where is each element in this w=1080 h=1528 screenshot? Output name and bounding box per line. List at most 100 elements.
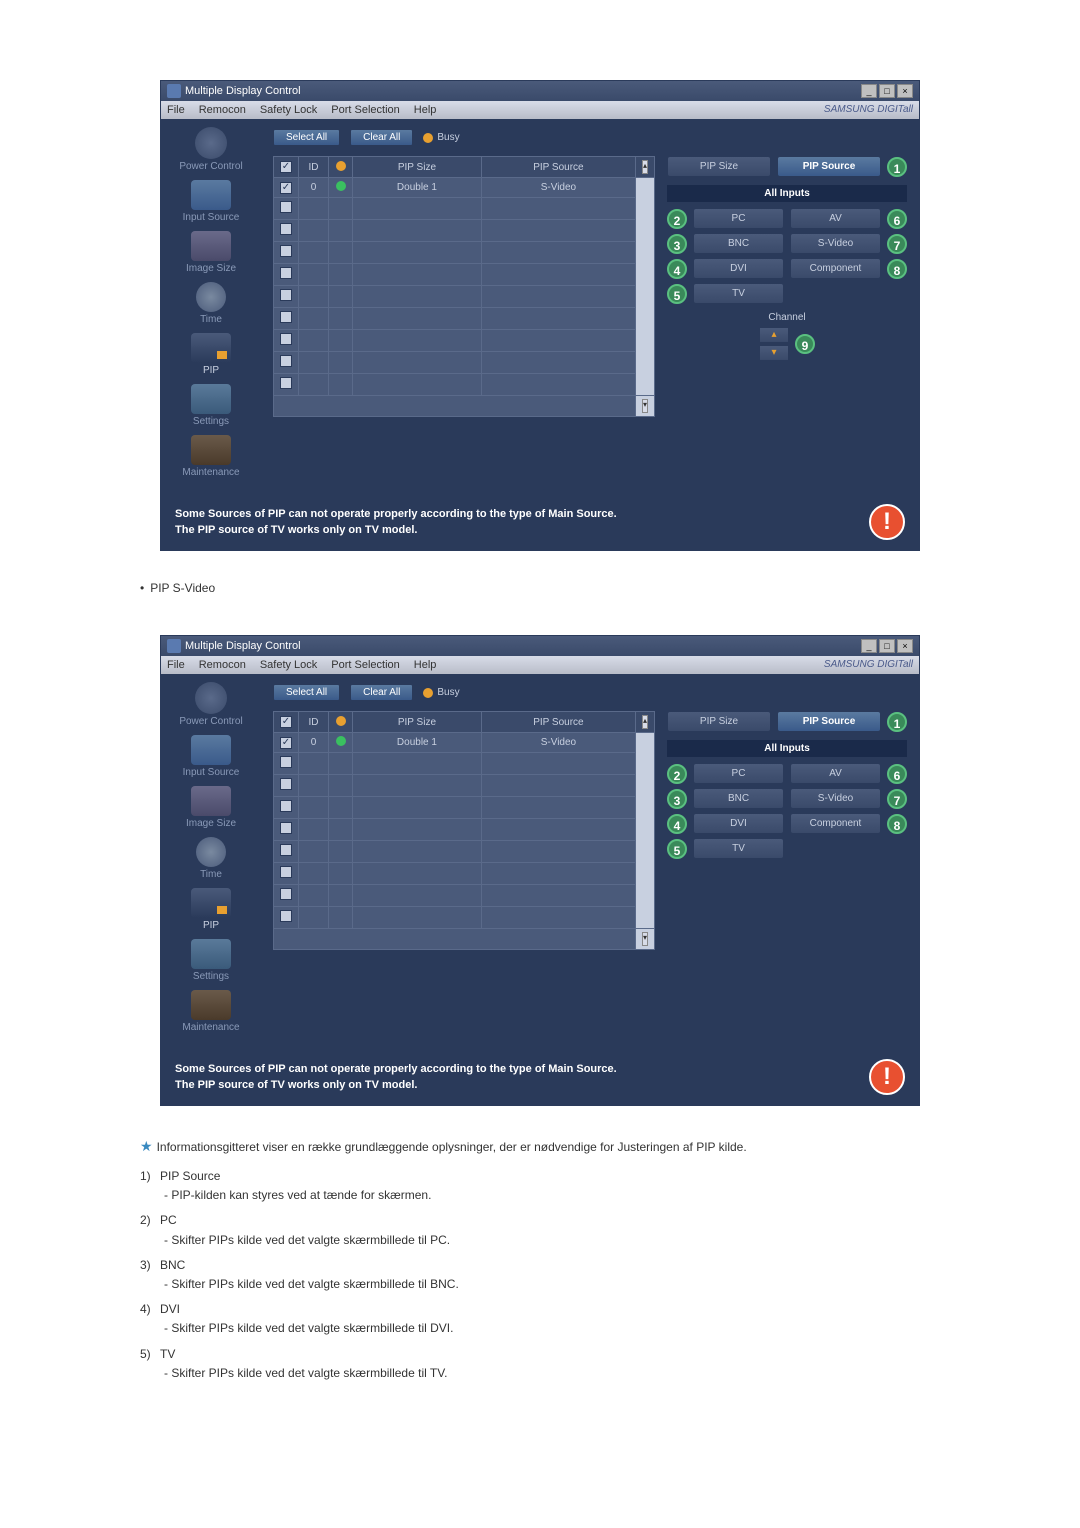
- input-pc-button[interactable]: PC: [693, 208, 784, 229]
- header-checkbox[interactable]: [280, 161, 292, 173]
- sidebar-item-image-size[interactable]: Image Size: [165, 231, 257, 274]
- input-component-button[interactable]: Component: [790, 258, 881, 279]
- table-row[interactable]: [274, 374, 655, 396]
- row-checkbox[interactable]: [280, 800, 292, 812]
- table-row[interactable]: 0 Double 1 S-Video: [274, 733, 655, 753]
- table-row[interactable]: [274, 308, 655, 330]
- row-checkbox[interactable]: [280, 333, 292, 345]
- row-checkbox[interactable]: [280, 844, 292, 856]
- select-all-button[interactable]: Select All: [273, 684, 340, 701]
- sidebar-item-power-control[interactable]: Power Control: [165, 682, 257, 727]
- sidebar-item-input-source[interactable]: Input Source: [165, 735, 257, 778]
- sidebar-item-power-control[interactable]: Power Control: [165, 127, 257, 172]
- close-button[interactable]: ×: [897, 639, 913, 653]
- clear-all-button[interactable]: Clear All: [350, 684, 413, 701]
- table-row[interactable]: [274, 198, 655, 220]
- sidebar-item-input-source[interactable]: Input Source: [165, 180, 257, 223]
- row-checkbox[interactable]: [280, 182, 292, 194]
- row-checkbox[interactable]: [280, 311, 292, 323]
- maximize-button[interactable]: □: [879, 639, 895, 653]
- input-dvi-button[interactable]: DVI: [693, 813, 784, 834]
- scroll-down-button[interactable]: ▾: [642, 932, 648, 946]
- scroll-up-button[interactable]: ▴: [642, 715, 648, 729]
- row-checkbox[interactable]: [280, 910, 292, 922]
- time-icon: [196, 282, 226, 312]
- row-checkbox[interactable]: [280, 245, 292, 257]
- table-row[interactable]: [274, 819, 655, 841]
- tab-pip-size[interactable]: PIP Size: [667, 711, 771, 732]
- row-checkbox[interactable]: [280, 223, 292, 235]
- menu-help[interactable]: Help: [414, 659, 437, 671]
- menu-remocon[interactable]: Remocon: [199, 104, 246, 116]
- input-tv-button[interactable]: TV: [693, 838, 784, 859]
- row-checkbox[interactable]: [280, 377, 292, 389]
- input-av-button[interactable]: AV: [790, 208, 881, 229]
- sidebar-item-pip[interactable]: PIP: [165, 888, 257, 931]
- channel-up-button[interactable]: ▴: [759, 327, 789, 343]
- table-row[interactable]: 0 Double 1 S-Video: [274, 178, 655, 198]
- table-row[interactable]: [274, 841, 655, 863]
- menu-safety-lock[interactable]: Safety Lock: [260, 104, 317, 116]
- header-checkbox[interactable]: [280, 716, 292, 728]
- input-dvi-button[interactable]: DVI: [693, 258, 784, 279]
- table-row[interactable]: [274, 907, 655, 929]
- minimize-button[interactable]: _: [861, 639, 877, 653]
- maximize-button[interactable]: □: [879, 84, 895, 98]
- input-svideo-button[interactable]: S-Video: [790, 788, 881, 809]
- table-row[interactable]: [274, 753, 655, 775]
- table-row[interactable]: [274, 330, 655, 352]
- scroll-up-button[interactable]: ▴: [642, 160, 648, 174]
- menu-safety-lock[interactable]: Safety Lock: [260, 659, 317, 671]
- input-av-button[interactable]: AV: [790, 763, 881, 784]
- menu-remocon[interactable]: Remocon: [199, 659, 246, 671]
- menu-file[interactable]: File: [167, 104, 185, 116]
- row-checkbox[interactable]: [280, 866, 292, 878]
- row-checkbox[interactable]: [280, 201, 292, 213]
- menu-help[interactable]: Help: [414, 104, 437, 116]
- input-component-button[interactable]: Component: [790, 813, 881, 834]
- clear-all-button[interactable]: Clear All: [350, 129, 413, 146]
- row-checkbox[interactable]: [280, 822, 292, 834]
- tab-pip-source[interactable]: PIP Source: [777, 156, 881, 177]
- menu-port-selection[interactable]: Port Selection: [331, 104, 399, 116]
- row-checkbox[interactable]: [280, 289, 292, 301]
- menu-port-selection[interactable]: Port Selection: [331, 659, 399, 671]
- scroll-down-button[interactable]: ▾: [642, 399, 648, 413]
- input-bnc-button[interactable]: BNC: [693, 788, 784, 809]
- sidebar-item-settings[interactable]: Settings: [165, 939, 257, 982]
- tab-pip-source[interactable]: PIP Source: [777, 711, 881, 732]
- table-row[interactable]: [274, 863, 655, 885]
- table-row[interactable]: [274, 220, 655, 242]
- select-all-button[interactable]: Select All: [273, 129, 340, 146]
- row-checkbox[interactable]: [280, 778, 292, 790]
- input-tv-button[interactable]: TV: [693, 283, 784, 304]
- sidebar-item-settings[interactable]: Settings: [165, 384, 257, 427]
- table-row[interactable]: [274, 264, 655, 286]
- input-svideo-button[interactable]: S-Video: [790, 233, 881, 254]
- item-title: PIP Source: [160, 1169, 220, 1183]
- tab-pip-size[interactable]: PIP Size: [667, 156, 771, 177]
- channel-down-button[interactable]: ▾: [759, 345, 789, 361]
- table-row[interactable]: [274, 286, 655, 308]
- table-row[interactable]: [274, 352, 655, 374]
- sidebar-item-image-size[interactable]: Image Size: [165, 786, 257, 829]
- input-bnc-button[interactable]: BNC: [693, 233, 784, 254]
- table-row[interactable]: [274, 885, 655, 907]
- table-row[interactable]: [274, 242, 655, 264]
- row-checkbox[interactable]: [280, 888, 292, 900]
- table-row[interactable]: [274, 775, 655, 797]
- menu-file[interactable]: File: [167, 659, 185, 671]
- input-pc-button[interactable]: PC: [693, 763, 784, 784]
- row-checkbox[interactable]: [280, 355, 292, 367]
- table-row[interactable]: [274, 797, 655, 819]
- sidebar-item-maintenance[interactable]: Maintenance: [165, 435, 257, 478]
- sidebar-item-time[interactable]: Time: [165, 837, 257, 880]
- row-checkbox[interactable]: [280, 267, 292, 279]
- sidebar-item-pip[interactable]: PIP: [165, 333, 257, 376]
- sidebar-item-maintenance[interactable]: Maintenance: [165, 990, 257, 1033]
- row-checkbox[interactable]: [280, 737, 292, 749]
- close-button[interactable]: ×: [897, 84, 913, 98]
- minimize-button[interactable]: _: [861, 84, 877, 98]
- sidebar-item-time[interactable]: Time: [165, 282, 257, 325]
- row-checkbox[interactable]: [280, 756, 292, 768]
